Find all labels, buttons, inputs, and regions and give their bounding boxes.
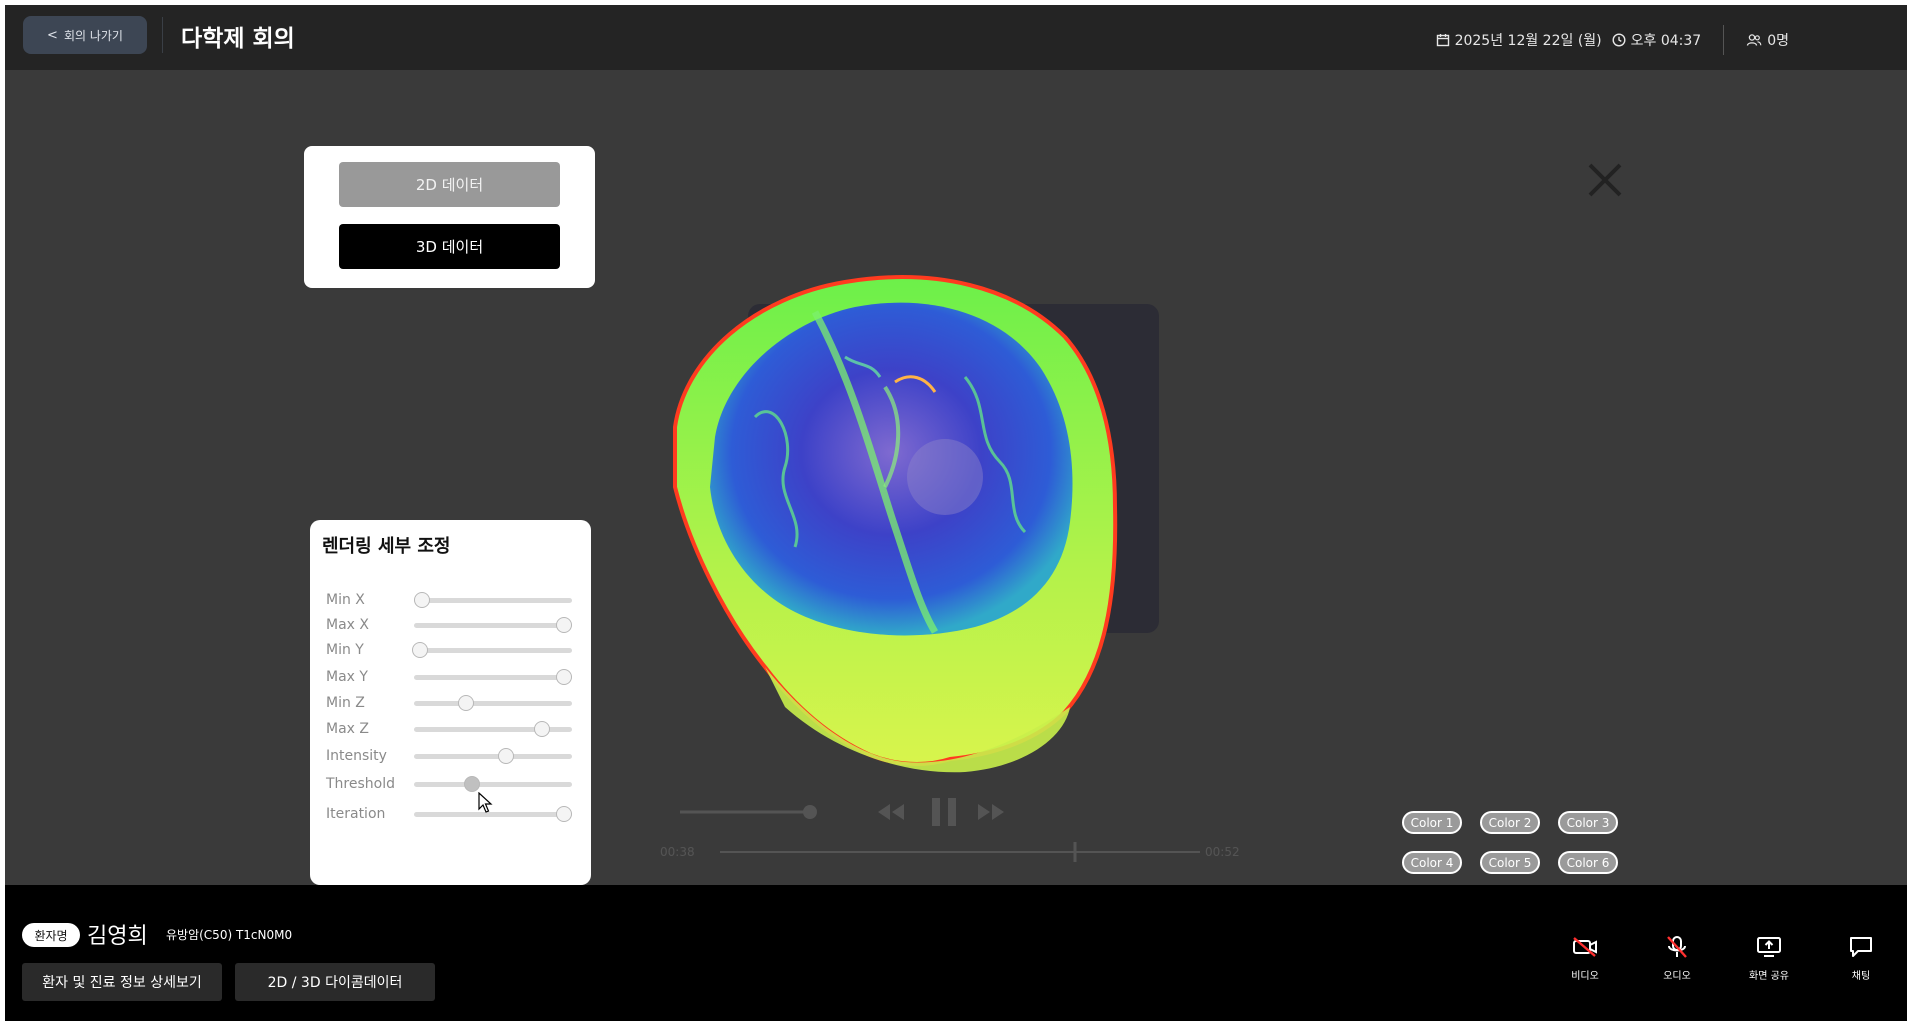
- patient-label-badge: 환자명: [22, 923, 80, 947]
- slider-row-intensity: Intensity: [326, 745, 576, 767]
- chevron-left-icon: <: [47, 27, 58, 43]
- mic-off-icon: [1667, 936, 1687, 958]
- color-4-button[interactable]: Color 4: [1402, 851, 1462, 874]
- meeting-time: 오후 04:37: [1630, 33, 1702, 49]
- clock-icon: [1612, 33, 1626, 47]
- video-time-end: 00:52: [1205, 845, 1240, 859]
- slider-max-x[interactable]: [414, 616, 573, 633]
- bottom-bar: 환자명 김영희 유방암(C50) T1cN0M0 환자 및 진료 정보 상세보기…: [5, 885, 1907, 1021]
- slider-threshold[interactable]: [414, 775, 572, 792]
- slider-thumb[interactable]: [556, 668, 573, 685]
- color-5-button[interactable]: Color 5: [1480, 851, 1540, 874]
- leave-meeting-label: 회의 나가기: [63, 28, 123, 43]
- slider-max-z[interactable]: [414, 720, 572, 737]
- leave-meeting-button[interactable]: < 회의 나가기: [23, 16, 147, 54]
- tab-3d-data[interactable]: 3D 데이터: [339, 224, 560, 269]
- rendering-panel: 렌더링 세부 조정 Min X Max X Min Y Max Y Min Z Max Z…: [310, 520, 591, 885]
- slider-thumb[interactable]: [458, 694, 475, 711]
- chat-button[interactable]: 채팅: [1831, 935, 1891, 995]
- slider-max-y[interactable]: [414, 668, 573, 685]
- slider-row-min-y: Min Y: [326, 639, 576, 661]
- video-label: 비디오: [1571, 971, 1599, 982]
- slider-row-max-y: Max Y: [326, 666, 576, 688]
- data-type-panel: 2D 데이터 3D 데이터: [304, 146, 595, 288]
- close-icon[interactable]: [1585, 160, 1625, 200]
- slider-min-x[interactable]: [413, 591, 572, 608]
- chat-icon: [1850, 937, 1872, 957]
- slider-intensity[interactable]: [414, 747, 572, 764]
- top-bar: < 회의 나가기 다학제 회의 2025년 12월 22일 (월) 오후 04:…: [5, 5, 1907, 70]
- slider-label: Max Z: [326, 721, 369, 737]
- slider-label: Min Z: [326, 695, 365, 711]
- slider-min-y[interactable]: [412, 641, 572, 658]
- brain-3d-viewer[interactable]: [645, 267, 1165, 777]
- slider-thumb[interactable]: [464, 775, 481, 792]
- audio-button[interactable]: 오디오: [1647, 935, 1707, 995]
- screen-share-button[interactable]: 화면 공유: [1739, 935, 1799, 995]
- slider-label: Intensity: [326, 748, 387, 764]
- slider-row-max-x: Max X: [326, 614, 576, 636]
- video-button[interactable]: 비디오: [1555, 935, 1615, 995]
- screen-share-label: 화면 공유: [1749, 971, 1789, 982]
- tab-2d-data[interactable]: 2D 데이터: [339, 162, 560, 207]
- video-controls: 00:38 00:52: [660, 798, 1240, 862]
- patient-name: 김영희: [87, 924, 148, 949]
- meeting-date: 2025년 12월 22일 (월): [1454, 33, 1602, 49]
- slider-thumb[interactable]: [556, 805, 573, 822]
- color-6-button[interactable]: Color 6: [1558, 851, 1618, 874]
- app-window: < 회의 나가기 다학제 회의 2025년 12월 22일 (월) 오후 04:…: [5, 5, 1907, 1021]
- slider-label: Max Y: [326, 669, 368, 685]
- slider-row-min-x: Min X: [326, 589, 576, 611]
- video-time-start: 00:38: [660, 845, 695, 859]
- slider-thumb[interactable]: [413, 591, 430, 608]
- color-2-button[interactable]: Color 2: [1480, 811, 1540, 834]
- chat-label: 채팅: [1851, 971, 1871, 982]
- slider-thumb[interactable]: [556, 616, 573, 633]
- slider-label: Max X: [326, 617, 369, 633]
- mouse-cursor-icon: [478, 792, 493, 813]
- slider-label: Min Y: [326, 642, 364, 658]
- slider-row-max-z: Max Z: [326, 718, 576, 740]
- slider-min-z[interactable]: [414, 694, 572, 711]
- color-1-button[interactable]: Color 1: [1402, 811, 1462, 834]
- header-divider: [1723, 25, 1725, 55]
- slider-label: Iteration: [326, 806, 386, 822]
- slider-label: Threshold: [326, 776, 395, 792]
- slider-row-iteration: Iteration: [326, 803, 576, 825]
- slider-thumb[interactable]: [533, 720, 550, 737]
- slider-iteration[interactable]: [414, 805, 573, 822]
- slider-row-min-z: Min Z: [326, 692, 576, 714]
- patient-diagnosis: 유방암(C50) T1cN0M0: [166, 928, 293, 942]
- slider-thumb[interactable]: [497, 747, 514, 764]
- slider-thumb[interactable]: [412, 641, 429, 658]
- page-title: 다학제 회의: [181, 26, 295, 52]
- meeting-info: 2025년 12월 22일 (월) 오후 04:37 0명: [1436, 25, 1789, 55]
- screen-share-icon: [1757, 937, 1781, 957]
- header-divider: [162, 17, 163, 53]
- rendering-title: 렌더링 세부 조정: [322, 536, 451, 557]
- slider-row-threshold: Threshold: [326, 773, 576, 795]
- participant-count: 0명: [1767, 33, 1789, 49]
- dicom-data-button[interactable]: 2D / 3D 다이콤데이터: [235, 963, 435, 1001]
- video-off-icon: [1573, 937, 1597, 957]
- color-3-button[interactable]: Color 3: [1558, 811, 1618, 834]
- patient-detail-button[interactable]: 환자 및 진료 정보 상세보기: [22, 963, 222, 1001]
- users-icon: [1747, 34, 1762, 46]
- calendar-icon: [1436, 34, 1449, 47]
- slider-label: Min X: [326, 592, 365, 608]
- audio-label: 오디오: [1663, 971, 1691, 982]
